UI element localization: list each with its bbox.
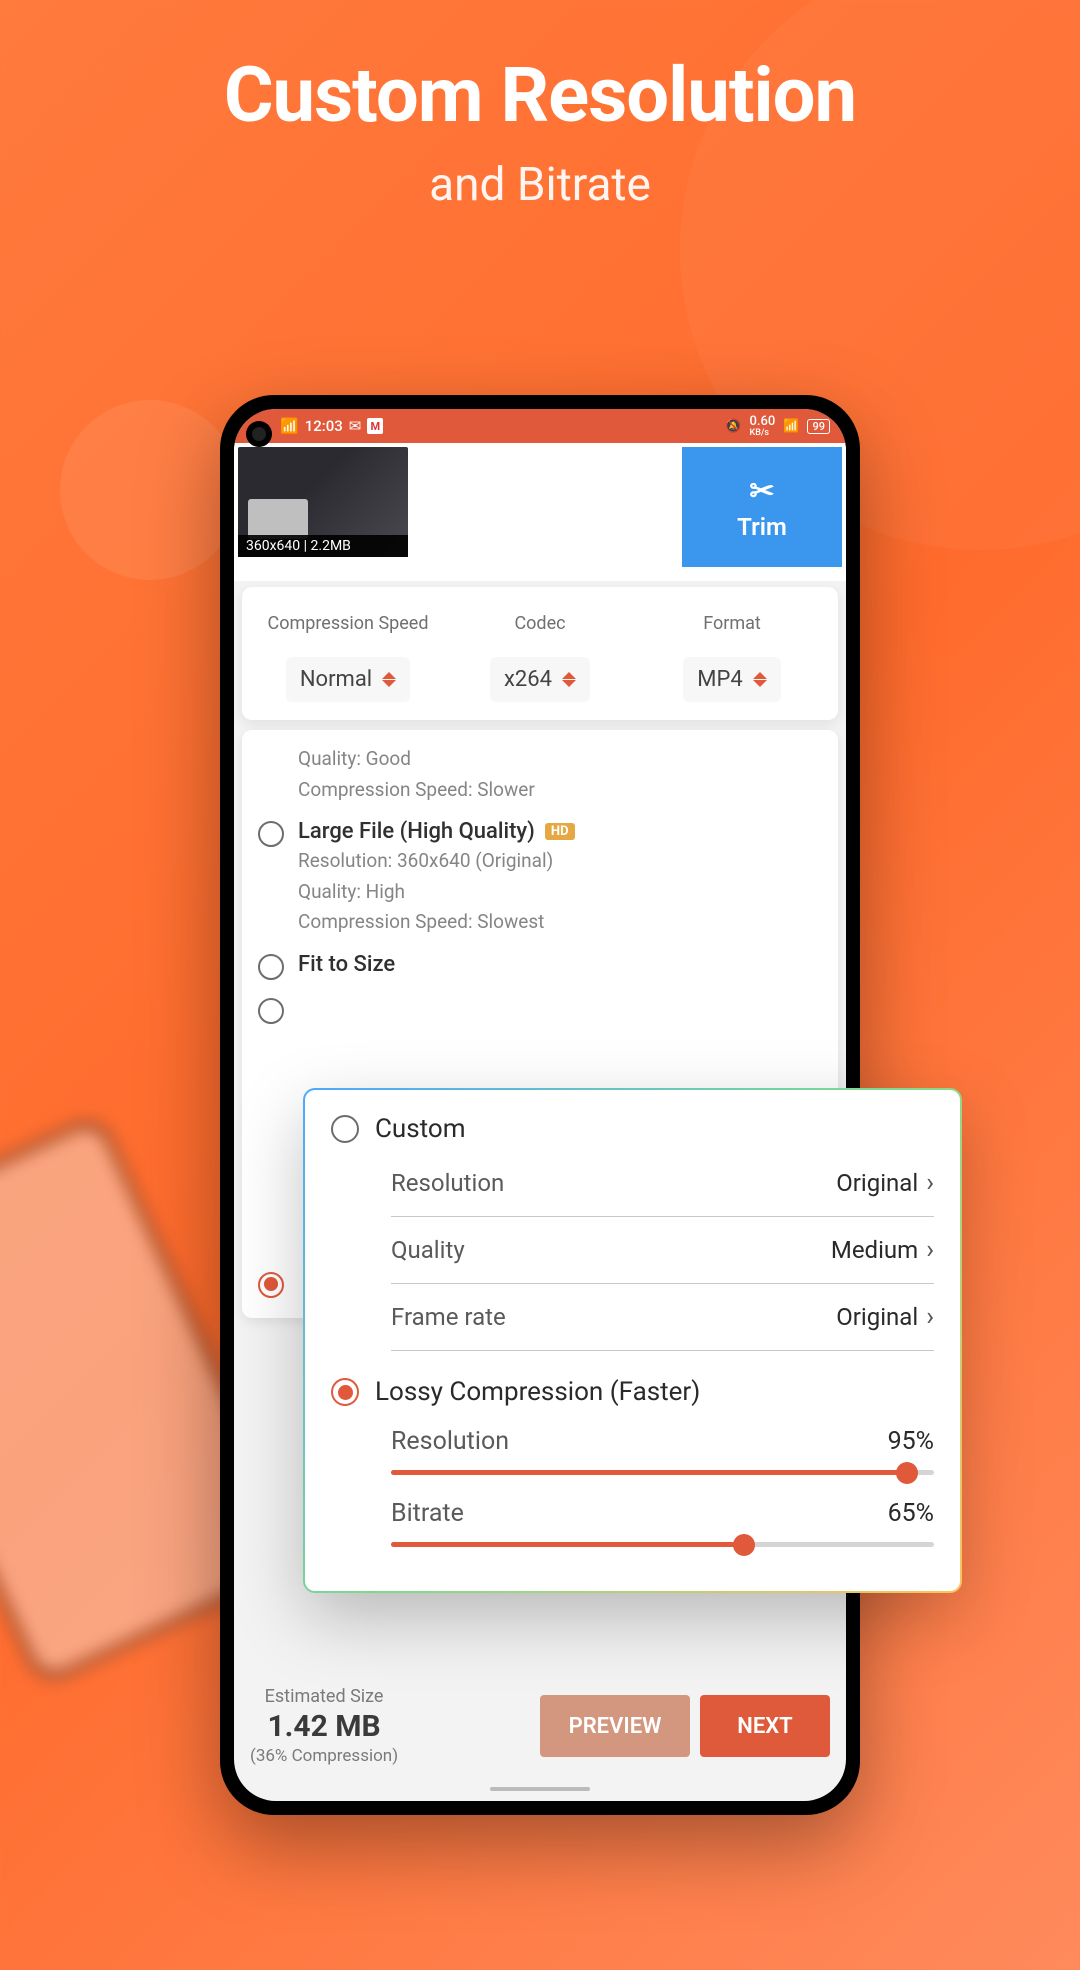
custom-quality-value: Medium [831,1236,918,1264]
custom-framerate-value: Original [836,1303,918,1331]
mute-icon: 🔕 [725,419,741,434]
thumbnail-row: 360x640 | 2.2MB ✂ Trim [234,443,846,581]
mail-icon: ✉ [349,417,362,435]
trim-button[interactable]: ✂ Trim [682,447,842,567]
custom-quality-row[interactable]: Quality Medium › [391,1217,934,1284]
preset-partial-speed: Compression Speed: Slower [298,777,822,804]
radio-large-file[interactable] [258,821,284,847]
signal-icon: 📶 [280,417,299,435]
chevron-right-icon: › [926,1235,934,1265]
radio-custom[interactable] [331,1115,359,1143]
preset-large-title: Large File (High Quality) [298,819,535,844]
compression-speed-value: Normal [300,667,372,692]
compression-speed-select[interactable]: Normal [286,657,410,702]
custom-quality-label: Quality [391,1236,465,1264]
custom-settings-overlay: Custom Resolution Original › Quality Medi… [305,1090,960,1591]
resolution-slider[interactable] [391,1470,934,1475]
radio-selected-lossy[interactable] [258,1272,284,1298]
custom-resolution-row[interactable]: Resolution Original › [391,1150,934,1217]
estimated-size-label: Estimated Size [250,1686,398,1707]
gmail-icon: M [367,418,383,434]
radio-lossy[interactable] [331,1378,359,1406]
dropdown-icon [562,672,576,687]
wifi-icon: 📶 [783,419,799,434]
dropdown-icon [753,672,767,687]
custom-framerate-label: Frame rate [391,1303,506,1331]
status-bar: 📶 12:03 ✉ M 🔕 0.60KB/s 📶 99 [234,409,846,443]
net-speed: 0.60KB/s [750,414,776,438]
lossy-bitrate-value: 65% [888,1499,934,1528]
format-value: MP4 [697,667,742,692]
compression-speed-label: Compression Speed [252,601,444,647]
bitrate-slider[interactable] [391,1542,934,1547]
encoding-options: Compression Speed Normal Codec x264 Form… [242,587,838,720]
battery-icon: 99 [807,419,830,434]
preset-partial-quality: Quality: Good [298,746,822,773]
format-select[interactable]: MP4 [683,657,780,702]
custom-title: Custom [375,1114,466,1144]
slider-thumb[interactable] [733,1534,755,1556]
preset-large-quality: Quality: High [298,879,822,906]
custom-resolution-label: Resolution [391,1169,504,1197]
codec-label: Codec [444,601,636,647]
nav-indicator [490,1787,590,1791]
estimated-size-block: Estimated Size 1.42 MB (36% Compression) [250,1686,398,1766]
codec-value: x264 [504,667,552,692]
custom-framerate-row[interactable]: Frame rate Original › [391,1284,934,1351]
hd-badge: HD [545,823,575,840]
dropdown-icon [382,672,396,687]
radio-hidden[interactable] [258,998,284,1024]
video-thumbnail[interactable]: 360x640 | 2.2MB [238,447,408,557]
preset-large-speed: Compression Speed: Slowest [298,909,822,936]
preview-button[interactable]: PREVIEW [540,1695,690,1757]
thumbnail-info: 360x640 | 2.2MB [238,535,408,557]
preset-fit-title: Fit to Size [298,952,395,977]
scissors-icon: ✂ [749,474,774,509]
lossy-resolution-label: Resolution [391,1427,509,1456]
preset-large-resolution: Resolution: 360x640 (Original) [298,848,822,875]
compression-ratio: (36% Compression) [250,1746,398,1766]
chevron-right-icon: › [926,1302,934,1332]
camera-hole [246,421,272,447]
trim-label: Trim [737,513,787,541]
chevron-right-icon: › [926,1168,934,1198]
lossy-bitrate-label: Bitrate [391,1499,464,1528]
estimated-size-value: 1.42 MB [250,1709,398,1744]
format-label: Format [636,601,828,647]
custom-resolution-value: Original [836,1169,918,1197]
bg-decoration [60,400,240,580]
next-button[interactable]: NEXT [700,1695,830,1757]
lossy-title: Lossy Compression (Faster) [375,1377,700,1407]
footer-bar: Estimated Size 1.42 MB (36% Compression)… [242,1671,838,1781]
slider-thumb[interactable] [896,1462,918,1484]
codec-select[interactable]: x264 [490,657,590,702]
radio-fit-to-size[interactable] [258,954,284,980]
status-time: 12:03 [305,417,343,435]
lossy-resolution-value: 95% [888,1427,934,1456]
